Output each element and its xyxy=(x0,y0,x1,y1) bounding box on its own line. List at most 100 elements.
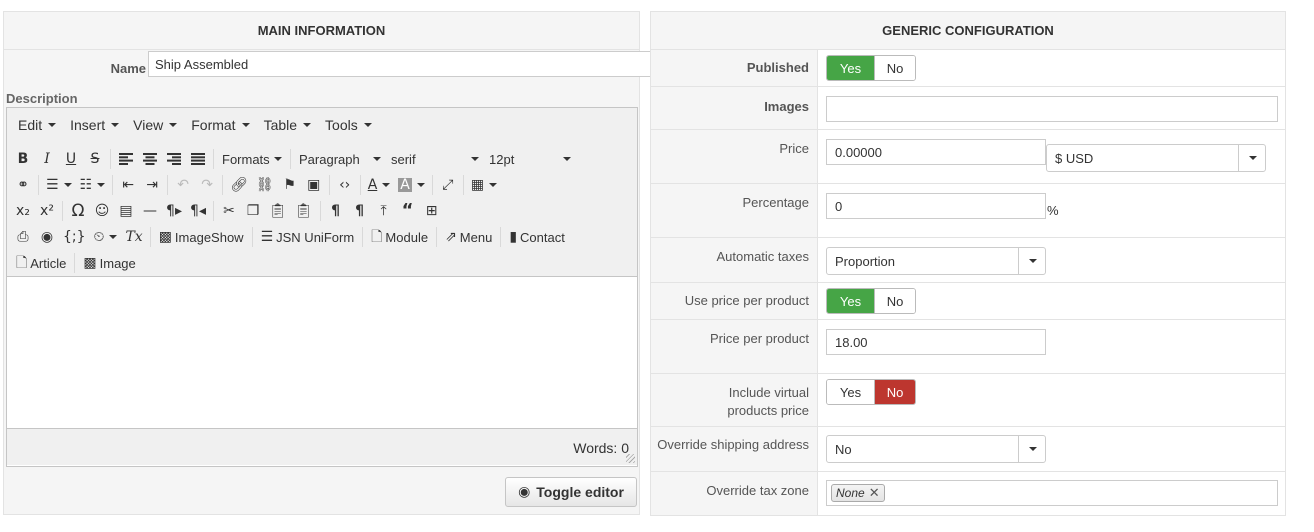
table-button[interactable]: ▦ xyxy=(467,173,501,197)
rtl-button[interactable]: ¶◂ xyxy=(186,199,210,223)
numbered-list-button[interactable]: ☷ xyxy=(76,173,110,197)
menu-edit[interactable]: Edit xyxy=(11,117,63,133)
underline-button[interactable]: U xyxy=(59,147,83,171)
editor-content-area[interactable] xyxy=(7,277,637,428)
use-price-per-product-label: Use price per product xyxy=(684,293,809,308)
override-tax-zone-row: Override tax zone None ✕ xyxy=(651,472,1285,515)
use-ppp-no-button[interactable]: No xyxy=(874,289,915,313)
font-size-dropdown[interactable]: 12pt xyxy=(484,147,576,171)
align-center-button[interactable] xyxy=(138,147,162,171)
toolbar-separator xyxy=(462,175,464,195)
align-justify-button[interactable] xyxy=(186,147,210,171)
menu-view[interactable]: View xyxy=(126,117,184,133)
redo-icon: ↷ xyxy=(201,177,213,193)
eye-icon: ◉ xyxy=(518,484,531,500)
copy-button[interactable]: ❐ xyxy=(241,199,265,223)
price-per-product-input[interactable]: 18.00 xyxy=(826,329,1046,355)
align-right-button[interactable] xyxy=(162,147,186,171)
menu-table[interactable]: Table xyxy=(257,117,318,133)
currency-select[interactable]: $ USD xyxy=(1046,144,1266,172)
media-button[interactable]: ▤ xyxy=(114,199,138,223)
insert-break-button[interactable]: ⤒ xyxy=(372,199,396,223)
toggle-editor-button[interactable]: ◉ Toggle editor xyxy=(505,477,637,507)
formats-dropdown[interactable]: Formats xyxy=(217,147,287,171)
emoticons-button[interactable]: ☺ xyxy=(90,199,114,223)
font-family-dropdown[interactable]: serif xyxy=(386,147,484,171)
bold-button[interactable]: B xyxy=(11,147,35,171)
include-virtual-yes-button[interactable]: Yes xyxy=(827,380,874,404)
text-color-button[interactable]: A xyxy=(364,173,395,197)
indent-button[interactable]: ⇥ xyxy=(140,173,164,197)
insert-link-button[interactable]: 🔗︎ xyxy=(226,173,252,197)
toolbar-separator xyxy=(431,175,433,195)
italic-button[interactable]: I xyxy=(35,147,59,171)
paste-text-button[interactable]: 📋︎ xyxy=(291,199,317,223)
use-ppp-yes-button[interactable]: Yes xyxy=(827,289,874,313)
image-plugin-button[interactable]: ▩ Image xyxy=(78,251,140,275)
article-button[interactable]: 🗋︎ Article xyxy=(11,251,71,275)
superscript-button[interactable]: x² xyxy=(35,199,59,223)
align-left-button[interactable] xyxy=(114,147,138,171)
redo-button[interactable]: ↷ xyxy=(195,173,219,197)
page: MAIN INFORMATION Name Description Edit I… xyxy=(0,0,1314,532)
contact-button[interactable]: ▮ Contact xyxy=(504,225,570,249)
resize-handle-icon[interactable] xyxy=(626,454,635,463)
include-virtual-no-button[interactable]: No xyxy=(874,380,915,404)
percentage-input[interactable]: 0 xyxy=(826,193,1046,219)
menu-format[interactable]: Format xyxy=(184,117,256,133)
override-tax-zone-input[interactable]: None ✕ xyxy=(826,480,1278,506)
print-button[interactable]: ⎙ xyxy=(11,225,35,249)
insert-datetime-button[interactable]: ⏲ xyxy=(90,225,122,249)
background-color-button[interactable]: A xyxy=(394,173,429,197)
font-size-label: 12pt xyxy=(489,151,515,167)
override-shipping-select[interactable]: No xyxy=(826,435,1046,463)
undo-button[interactable]: ↶ xyxy=(171,173,195,197)
menu-tools[interactable]: Tools xyxy=(318,117,379,133)
published-yes-button[interactable]: Yes xyxy=(827,56,874,80)
caret-down-icon xyxy=(563,157,571,161)
automatic-taxes-select[interactable]: Proportion xyxy=(826,247,1046,275)
images-input[interactable] xyxy=(826,96,1278,122)
paragraph-dropdown[interactable]: Paragraph xyxy=(294,147,386,171)
strikethrough-button[interactable]: S xyxy=(83,147,107,171)
module-button[interactable]: 🗋︎ Module xyxy=(366,225,433,249)
find-replace-button[interactable]: ⚭ xyxy=(11,173,35,197)
caret-down-icon xyxy=(373,157,381,161)
special-char-button[interactable]: Ω xyxy=(66,199,90,223)
remove-chip-icon[interactable]: ✕ xyxy=(869,485,880,501)
imageshow-button[interactable]: ▩ ImageShow xyxy=(154,225,249,249)
include-virtual-label: Include virtual products price xyxy=(651,374,817,426)
article-label: Article xyxy=(30,255,67,271)
image-plugin-label: Image xyxy=(99,255,136,271)
outdent-button[interactable]: ⇤ xyxy=(116,173,140,197)
toolbar-separator xyxy=(328,175,330,195)
bullet-list-button[interactable]: ☰ xyxy=(42,173,76,197)
preview-button[interactable]: ◉ xyxy=(35,225,59,249)
remove-link-button[interactable]: ⛓ xyxy=(252,173,278,197)
use-price-per-product-control: Yes No xyxy=(817,283,1285,319)
source-code-button[interactable]: ‹› xyxy=(333,173,357,197)
automatic-taxes-row: Automatic taxes Proportion xyxy=(651,238,1285,283)
insert-image-button[interactable]: ▣ xyxy=(302,173,326,197)
template-button[interactable]: ⊞ xyxy=(420,199,444,223)
subscript-button[interactable]: x₂ xyxy=(11,199,35,223)
blockquote-button[interactable]: “ xyxy=(396,199,420,223)
visual-chars-button[interactable]: ¶ xyxy=(348,199,372,223)
horizontal-rule-button[interactable]: — xyxy=(138,199,162,223)
paste-button[interactable]: 📋︎ xyxy=(265,199,291,223)
price-input[interactable]: 0.00000 xyxy=(826,139,1046,165)
menu-plugin-button[interactable]: ⇗ Menu xyxy=(440,225,497,249)
show-blocks-button[interactable]: ¶ xyxy=(324,199,348,223)
clear-format-button[interactable]: Tx xyxy=(121,225,146,249)
cut-button[interactable]: ✂ xyxy=(217,199,241,223)
ltr-button[interactable]: ¶▸ xyxy=(162,199,186,223)
code-sample-button[interactable]: {;} xyxy=(59,225,90,249)
anchor-button[interactable]: ⚑ xyxy=(278,173,302,197)
include-virtual-toggle: Yes No xyxy=(826,379,916,405)
automatic-taxes-value: Proportion xyxy=(835,253,895,269)
menu-insert[interactable]: Insert xyxy=(63,117,126,133)
fullscreen-button[interactable]: ⤢ xyxy=(436,173,460,197)
published-no-button[interactable]: No xyxy=(874,56,915,80)
jsn-uniform-button[interactable]: ☰ JSN UniForm xyxy=(256,225,360,249)
name-input[interactable] xyxy=(148,51,658,77)
